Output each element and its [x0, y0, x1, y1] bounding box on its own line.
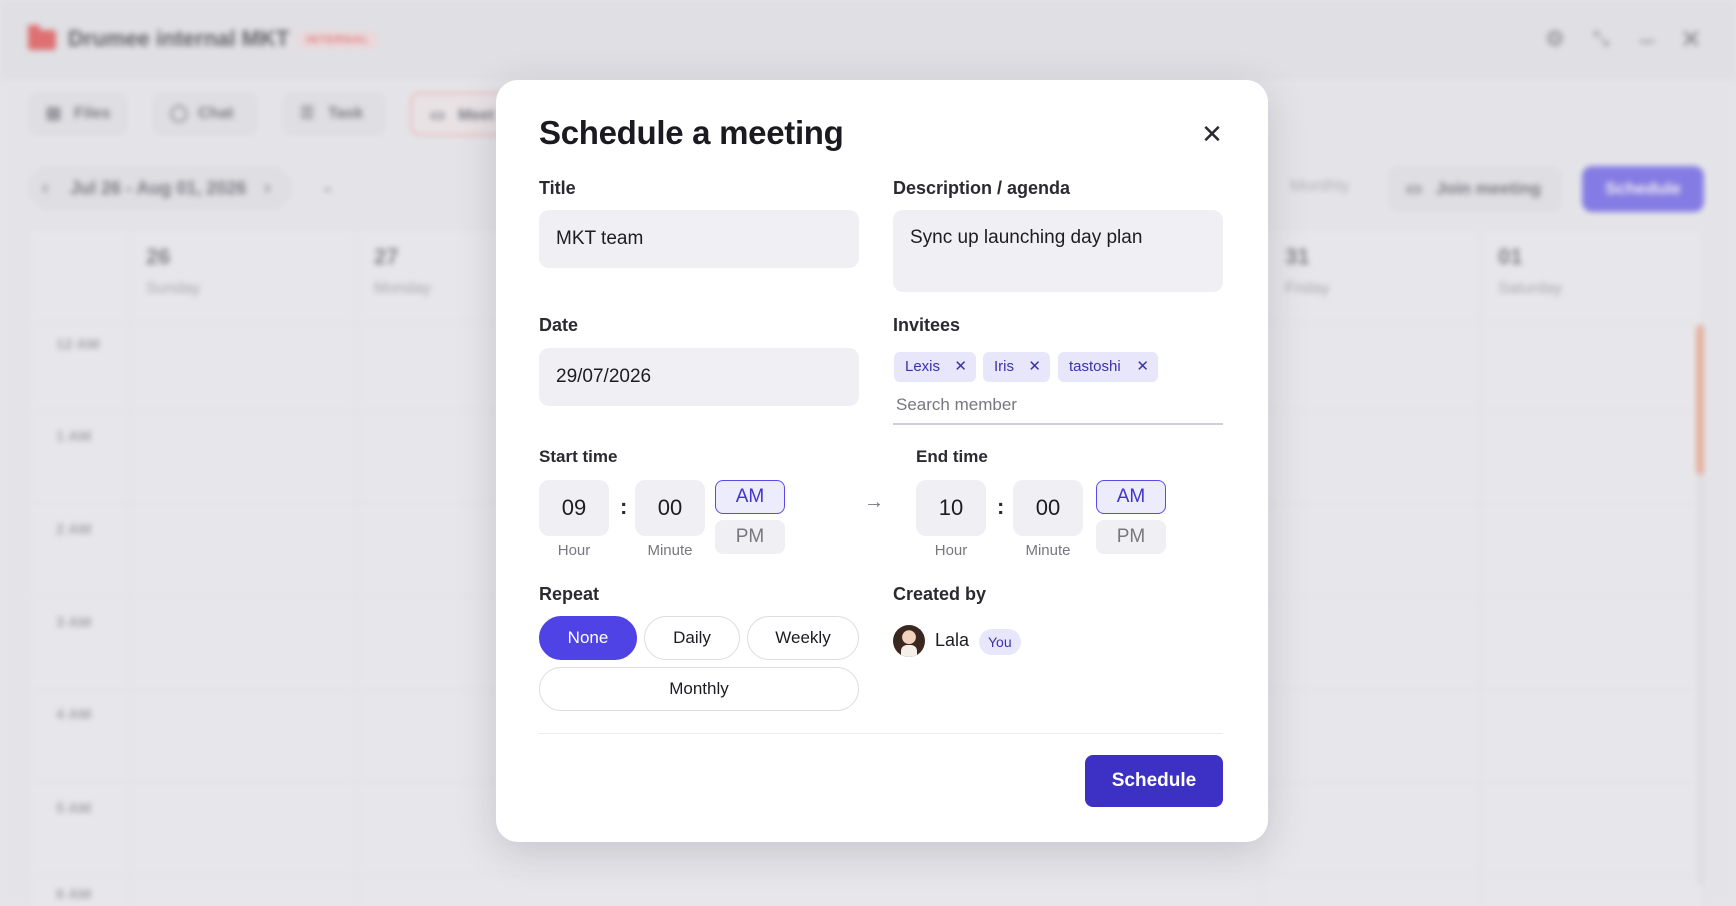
you-badge: You — [979, 629, 1021, 655]
close-icon[interactable]: ✕ — [1196, 118, 1228, 150]
remove-invitee-icon[interactable]: ✕ — [1136, 352, 1149, 382]
hour-caption: Hour — [557, 542, 591, 559]
repeat-monthly-button[interactable]: Monthly — [539, 667, 859, 711]
description-field[interactable]: Sync up launching day plan — [893, 210, 1223, 292]
remove-invitee-icon[interactable]: ✕ — [1028, 352, 1041, 382]
repeat-label: Repeat — [539, 584, 600, 604]
invitee-chip: Lexis ✕ — [894, 352, 976, 382]
invitee-name: Iris — [994, 358, 1014, 375]
schedule-button[interactable]: Schedule — [1085, 755, 1223, 807]
end-am-toggle[interactable]: AM — [1096, 480, 1166, 514]
footer-divider — [539, 733, 1223, 734]
avatar — [893, 625, 925, 657]
end-minute-field[interactable]: 00 — [1013, 480, 1083, 536]
end-time-label: End time — [916, 447, 988, 466]
search-member-input[interactable] — [893, 391, 1223, 419]
hour-caption: Hour — [934, 542, 968, 559]
date-field[interactable]: 29/07/2026 — [539, 348, 859, 406]
repeat-none-button[interactable]: None — [539, 616, 637, 660]
date-label: Date — [539, 315, 579, 335]
time-colon: : — [997, 494, 1005, 519]
minute-caption: Minute — [647, 542, 693, 559]
end-hour-field[interactable]: 10 — [916, 480, 986, 536]
invitee-name: Lexis — [905, 358, 941, 375]
title-label: Title — [539, 178, 576, 198]
search-underline — [893, 423, 1223, 425]
invitee-chip: tastoshi ✕ — [1058, 352, 1158, 382]
invitees-label: Invitees — [893, 315, 961, 335]
description-label: Description / agenda — [893, 178, 1071, 198]
repeat-weekly-button[interactable]: Weekly — [747, 616, 859, 660]
creator-name: Lala — [935, 630, 970, 650]
start-time-label: Start time — [539, 447, 618, 466]
end-pm-toggle[interactable]: PM — [1096, 520, 1166, 554]
dialog-title: Schedule a meeting — [539, 114, 844, 151]
minute-caption: Minute — [1025, 542, 1071, 559]
start-minute-field[interactable]: 00 — [635, 480, 705, 536]
start-pm-toggle[interactable]: PM — [715, 520, 785, 554]
schedule-meeting-dialog: Schedule a meeting ✕ Title MKT team Desc… — [496, 80, 1268, 842]
start-hour-field[interactable]: 09 — [539, 480, 609, 536]
title-field[interactable]: MKT team — [539, 210, 859, 268]
time-colon: : — [620, 494, 628, 519]
invitee-chip: Iris ✕ — [983, 352, 1050, 382]
start-am-toggle[interactable]: AM — [715, 480, 785, 514]
arrow-right-icon: → — [864, 491, 884, 513]
remove-invitee-icon[interactable]: ✕ — [954, 352, 967, 382]
invitee-name: tastoshi — [1069, 358, 1121, 375]
created-by-label: Created by — [893, 584, 987, 604]
repeat-daily-button[interactable]: Daily — [644, 616, 740, 660]
